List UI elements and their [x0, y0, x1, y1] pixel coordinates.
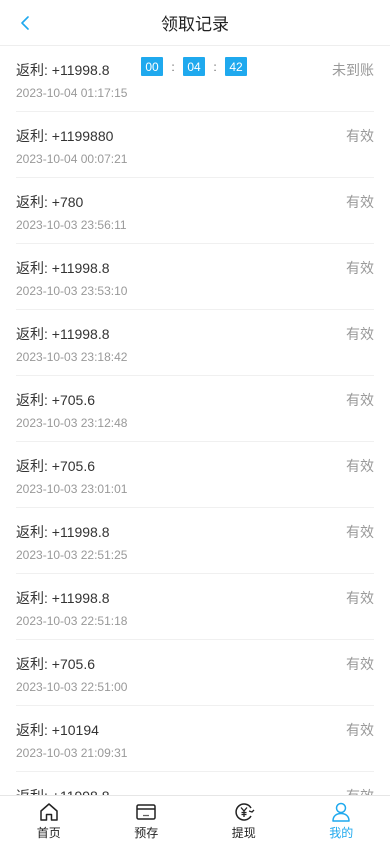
tab-withdraw-label: 提现 — [231, 826, 256, 840]
record-time: 2023-10-04 00:07:21 — [16, 152, 128, 166]
record-status: 有效 — [346, 524, 374, 540]
countdown-separator: : — [213, 59, 217, 74]
tab-mine[interactable]: 我的 — [293, 796, 390, 844]
tab-mine-label: 我的 — [329, 826, 354, 840]
record-time: 2023-10-03 23:12:48 — [16, 416, 128, 430]
record-status: 有效 — [346, 128, 374, 144]
app-root: 领取记录 返利: +11998.8 2023-10-04 01:17:15 未到账 0… — [0, 0, 390, 844]
tab-home-label: 首页 — [36, 826, 61, 840]
countdown-digit-box: 42 — [225, 57, 247, 76]
tab-deposit[interactable]: 预存 — [98, 796, 196, 844]
record-time: 2023-10-03 22:51:18 — [16, 614, 128, 628]
record-status: 有效 — [346, 260, 374, 276]
record-amount: 返利: +705.6 — [16, 458, 95, 474]
record-row[interactable]: 返利: +10194 2023-10-03 21:09:31 有效 — [16, 706, 374, 772]
record-amount: 返利: +780 — [16, 194, 84, 210]
record-amount: 返利: +11998.8 — [16, 260, 110, 276]
record-status: 有效 — [346, 194, 374, 210]
record-list[interactable]: 返利: +11998.8 2023-10-04 01:17:15 未到账 00:04:… — [0, 46, 390, 795]
record-row[interactable]: 返利: +11998.8 2023-10-03 22:51:18 有效 — [16, 574, 374, 640]
record-time: 2023-10-03 23:53:10 — [16, 284, 128, 298]
tab-deposit-label: 预存 — [134, 826, 159, 840]
record-row[interactable]: 返利: +11998.8 2023-10-03 22:51:25 有效 — [16, 508, 374, 574]
page-title: 领取记录 — [161, 15, 229, 34]
record-amount: 返利: +11998.8 — [16, 786, 110, 795]
countdown-separator: : — [171, 59, 175, 74]
home-icon — [40, 803, 58, 821]
record-time: 2023-10-03 23:56:11 — [16, 218, 127, 232]
record-status: 未到账 — [332, 62, 374, 78]
record-time: 2023-10-03 21:09:31 — [16, 746, 128, 760]
chevron-left-icon — [21, 16, 29, 30]
record-amount: 返利: +705.6 — [16, 656, 95, 672]
record-row[interactable]: 返利: +11998.8 2023-10-04 01:17:15 未到账 00:04:… — [16, 46, 374, 112]
wallet-icon — [136, 804, 156, 820]
record-row[interactable]: 返利: +11998.8 2023-10-03 23:53:10 有效 — [16, 244, 374, 310]
record-row[interactable]: 返利: +1199880 2023-10-04 00:07:21 有效 — [16, 112, 374, 178]
record-row[interactable]: 返利: +780 2023-10-03 23:56:11 有效 — [16, 178, 374, 244]
record-time: 2023-10-03 23:01:01 — [16, 482, 128, 496]
bottom-tab-bar: 首页 预存 提现 我的 — [0, 795, 390, 844]
record-amount: 返利: +705.6 — [16, 392, 95, 408]
record-time: 2023-10-03 22:51:00 — [16, 680, 128, 694]
record-status: 有效 — [346, 590, 374, 606]
record-row[interactable]: 返利: +11998.8 2023-10-03 23:18:42 有效 — [16, 310, 374, 376]
record-amount: 返利: +11998.8 — [16, 524, 110, 540]
record-status: 有效 — [346, 786, 374, 795]
record-row[interactable]: 返利: +705.6 2023-10-03 23:12:48 有效 — [16, 376, 374, 442]
countdown-timer: 00:04:42 — [141, 57, 247, 76]
tab-home[interactable]: 首页 — [0, 796, 98, 844]
record-time: 2023-10-03 23:18:42 — [16, 350, 128, 364]
back-button[interactable] — [14, 11, 38, 35]
countdown-digit-box: 00 — [141, 57, 163, 76]
record-time: 2023-10-03 22:51:25 — [16, 548, 128, 562]
record-status: 有效 — [346, 392, 374, 408]
record-status: 有效 — [346, 458, 374, 474]
record-amount: 返利: +10194 — [16, 722, 99, 738]
record-status: 有效 — [346, 656, 374, 672]
user-icon — [332, 802, 350, 822]
record-amount: 返利: +11998.8 — [16, 590, 110, 606]
countdown-digit-box: 04 — [183, 57, 205, 76]
record-amount: 返利: +11998.8 — [16, 62, 110, 78]
record-status: 有效 — [346, 326, 374, 342]
record-time: 2023-10-04 01:17:15 — [16, 86, 128, 100]
record-row[interactable]: 返利: +11998.8 有效 — [16, 772, 374, 795]
record-row[interactable]: 返利: +705.6 2023-10-03 22:51:00 有效 — [16, 640, 374, 706]
record-amount: 返利: +11998.8 — [16, 326, 110, 342]
record-status: 有效 — [346, 722, 374, 738]
record-amount: 返利: +1199880 — [16, 128, 114, 144]
yuan-withdraw-icon — [235, 803, 255, 821]
record-row[interactable]: 返利: +705.6 2023-10-03 23:01:01 有效 — [16, 442, 374, 508]
nav-header: 领取记录 — [0, 0, 390, 46]
tab-withdraw[interactable]: 提现 — [195, 796, 293, 844]
